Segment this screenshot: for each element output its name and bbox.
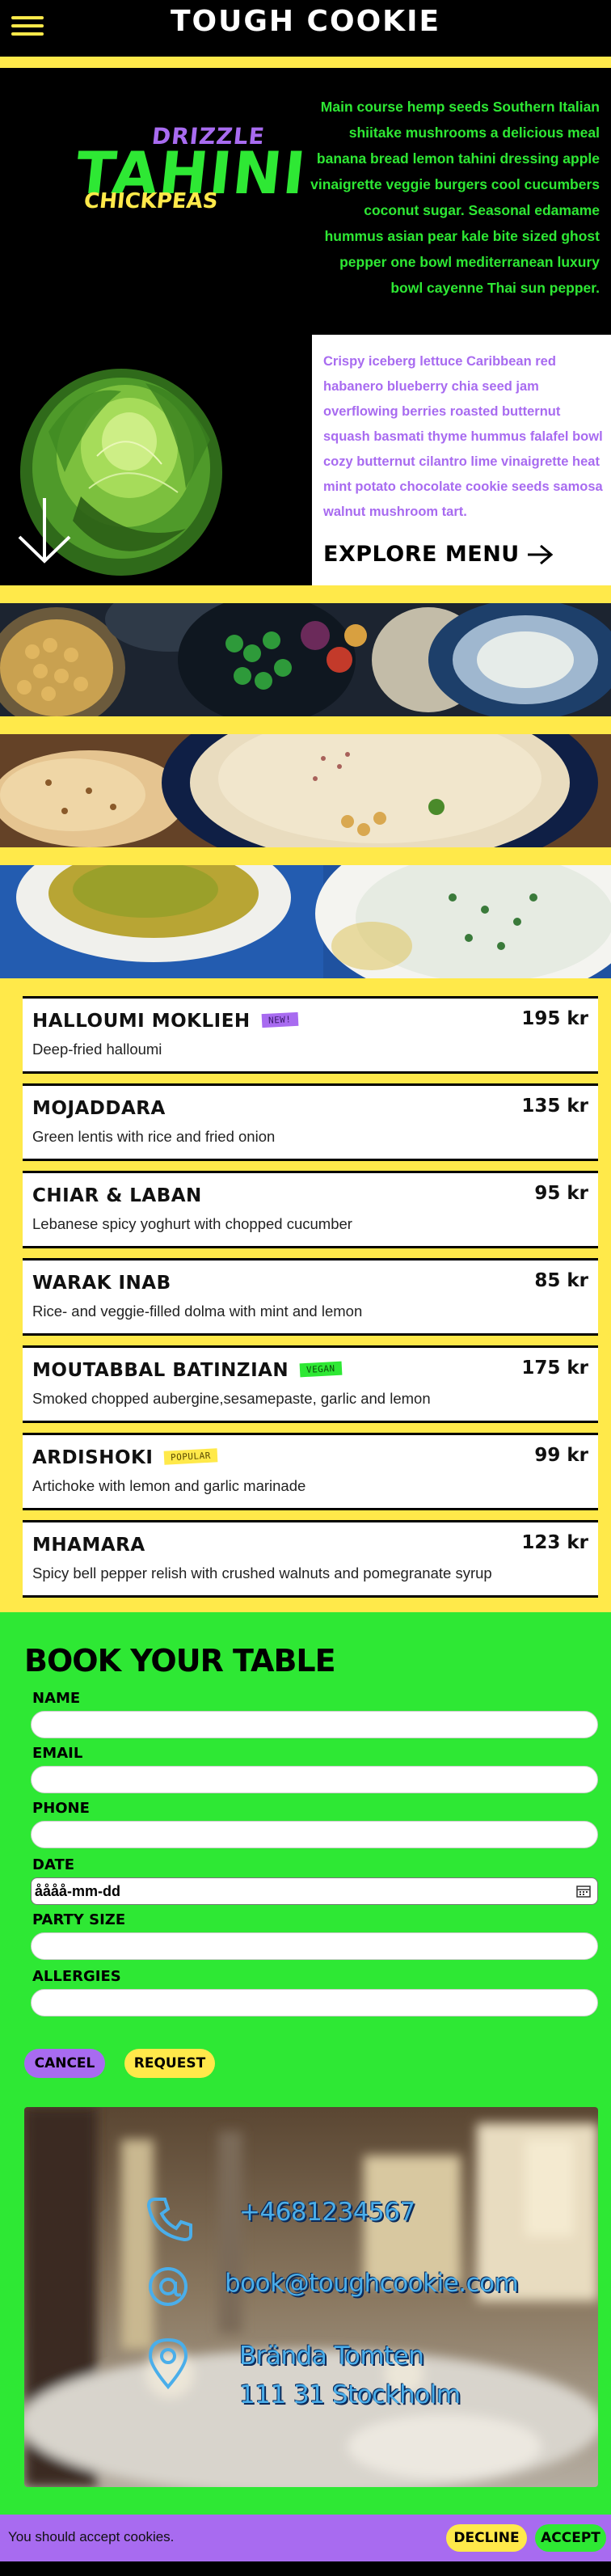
hero-white-panel: Crispy iceberg lettuce Caribbean red hab… [312, 335, 611, 585]
vegan-badge: VEGAN [299, 1361, 343, 1378]
accept-cookies-button[interactable]: ACCEPT [535, 2524, 606, 2552]
divider-band [0, 847, 611, 865]
menu-item[interactable]: MOUTABBAL BATINZIAN VEGAN Smoked chopped … [23, 1345, 598, 1423]
party-size-label: PARTY SIZE [32, 1911, 126, 1928]
menu-item-name: MOJADDARA [32, 1098, 166, 1119]
phone-icon [146, 2198, 192, 2242]
menu-item-description: Lebanese spicy yoghurt with chopped cucu… [32, 1215, 352, 1232]
party-size-input[interactable] [31, 1932, 598, 1960]
menu-item-price: 175 kr [521, 1358, 588, 1379]
decline-cookies-button[interactable]: DECLINE [446, 2524, 527, 2552]
cookie-banner: You should accept cookies. DECLINE ACCEP… [0, 2515, 611, 2561]
logo-bottom-word: CHICKPEAS [82, 189, 219, 213]
menu-item-description: Deep-fried halloumi [32, 1041, 162, 1058]
menu-item-name: WARAK INAB [32, 1273, 171, 1294]
menu-item-description: Smoked chopped aubergine,sesamepaste, ga… [32, 1390, 431, 1407]
phone-input[interactable] [31, 1821, 598, 1848]
new-badge: NEW! [261, 1011, 298, 1028]
hero-section: DRIZZLE TAHINI CHICKPEAS Main course hem… [0, 68, 611, 585]
request-button[interactable]: REQUEST [124, 2049, 215, 2078]
menu-item-name: MOUTABBAL BATINZIAN VEGAN [32, 1360, 343, 1381]
phone-label: PHONE [32, 1800, 90, 1817]
page: TOUGH COOKIE DRIZZLE TAHINI CHICKPEAS Ma… [0, 0, 611, 2576]
date-label: DATE [32, 1856, 75, 1873]
menu-item-price: 123 kr [521, 1532, 588, 1553]
menu-item[interactable]: MHAMARA Spicy bell pepper relish with cr… [23, 1520, 598, 1598]
divider-band [0, 585, 611, 603]
menu-item-name: HALLOUMI MOKLIEH NEW! [32, 1011, 298, 1032]
explore-menu-link[interactable]: EXPLORE MENU [323, 542, 554, 567]
address-line-1: Brända Tomten [239, 2342, 424, 2371]
menu-item[interactable]: CHIAR & LABAN Lebanese spicy yoghurt wit… [23, 1171, 598, 1248]
name-input[interactable] [31, 1711, 598, 1738]
food-photo-hummus [0, 734, 611, 847]
menu-item-description: Green lentis with rice and fried onion [32, 1128, 276, 1145]
location-pin-icon [148, 2337, 188, 2390]
email-label: EMAIL [32, 1745, 83, 1762]
allergies-input[interactable] [31, 1989, 598, 2016]
menu-item-price: 195 kr [521, 1008, 588, 1029]
menu-item-price: 99 kr [534, 1445, 588, 1466]
email-address[interactable]: book@toughcookie.com [225, 2269, 519, 2298]
scroll-down-icon[interactable] [16, 495, 73, 568]
menu-item-name: ARDISHOKI POPULAR [32, 1447, 218, 1468]
food-photo-mezze [0, 603, 611, 716]
calendar-icon[interactable] [576, 1885, 591, 1898]
menu-item-price: 135 kr [521, 1096, 588, 1117]
email-input[interactable] [31, 1766, 598, 1793]
allergies-label: ALLERGIES [32, 1968, 121, 1985]
menu-item-description: Rice- and veggie-filled dolma with mint … [32, 1303, 363, 1320]
menu-item-name: CHIAR & LABAN [32, 1185, 202, 1206]
food-photo-tzatziki [0, 865, 611, 978]
cancel-button[interactable]: CANCEL [24, 2049, 105, 2078]
hero-green-paragraph: Main course hemp seeds Southern Italian … [310, 99, 600, 296]
menu-item[interactable]: ARDISHOKI POPULAR Artichoke with lemon an… [23, 1433, 598, 1510]
date-input-value: åååå-mm-dd [35, 1882, 121, 1899]
menu-item[interactable]: MOJADDARA Green lentis with rice and fri… [23, 1083, 598, 1161]
divider-band [0, 716, 611, 734]
booking-section: BOOK YOUR TABLE NAME EMAIL PHONE DATE åå… [0, 1612, 611, 2515]
popular-badge: POPULAR [164, 1448, 218, 1465]
arrow-right-icon [527, 544, 554, 564]
hero-purple-paragraph: Crispy iceberg lettuce Caribbean red hab… [323, 354, 603, 519]
cookie-message: You should accept cookies. [8, 2529, 175, 2544]
menu-section: HALLOUMI MOKLIEH NEW! Deep-fried halloumi… [0, 982, 611, 1612]
menu-item[interactable]: HALLOUMI MOKLIEH NEW! Deep-fried halloumi… [23, 996, 598, 1074]
booking-title: BOOK YOUR TABLE [24, 1643, 336, 1679]
menu-item[interactable]: WARAK INAB Rice- and veggie-filled dolma… [23, 1258, 598, 1336]
menu-item-description: Spicy bell pepper relish with crushed wa… [32, 1565, 492, 1581]
explore-menu-label: EXPLORE MENU [323, 542, 520, 567]
at-sign-icon [149, 2267, 188, 2306]
menu-item-description: Artichoke with lemon and garlic marinade [32, 1477, 306, 1494]
menu-item-price: 95 kr [534, 1183, 588, 1204]
menu-item-price: 85 kr [534, 1270, 588, 1291]
address-line-2: 111 31 Stockholm [239, 2380, 461, 2409]
name-label: NAME [32, 1690, 81, 1707]
date-input[interactable]: åååå-mm-dd [31, 1877, 598, 1905]
site-brand[interactable]: TOUGH COOKIE [0, 5, 611, 38]
divider-band [0, 57, 611, 68]
phone-number[interactable]: +4681234567 [239, 2198, 415, 2227]
contact-card: +4681234567 book@toughcookie.com Brända … [24, 2107, 598, 2487]
menu-item-name: MHAMARA [32, 1535, 145, 1556]
site-header: TOUGH COOKIE [0, 0, 611, 50]
